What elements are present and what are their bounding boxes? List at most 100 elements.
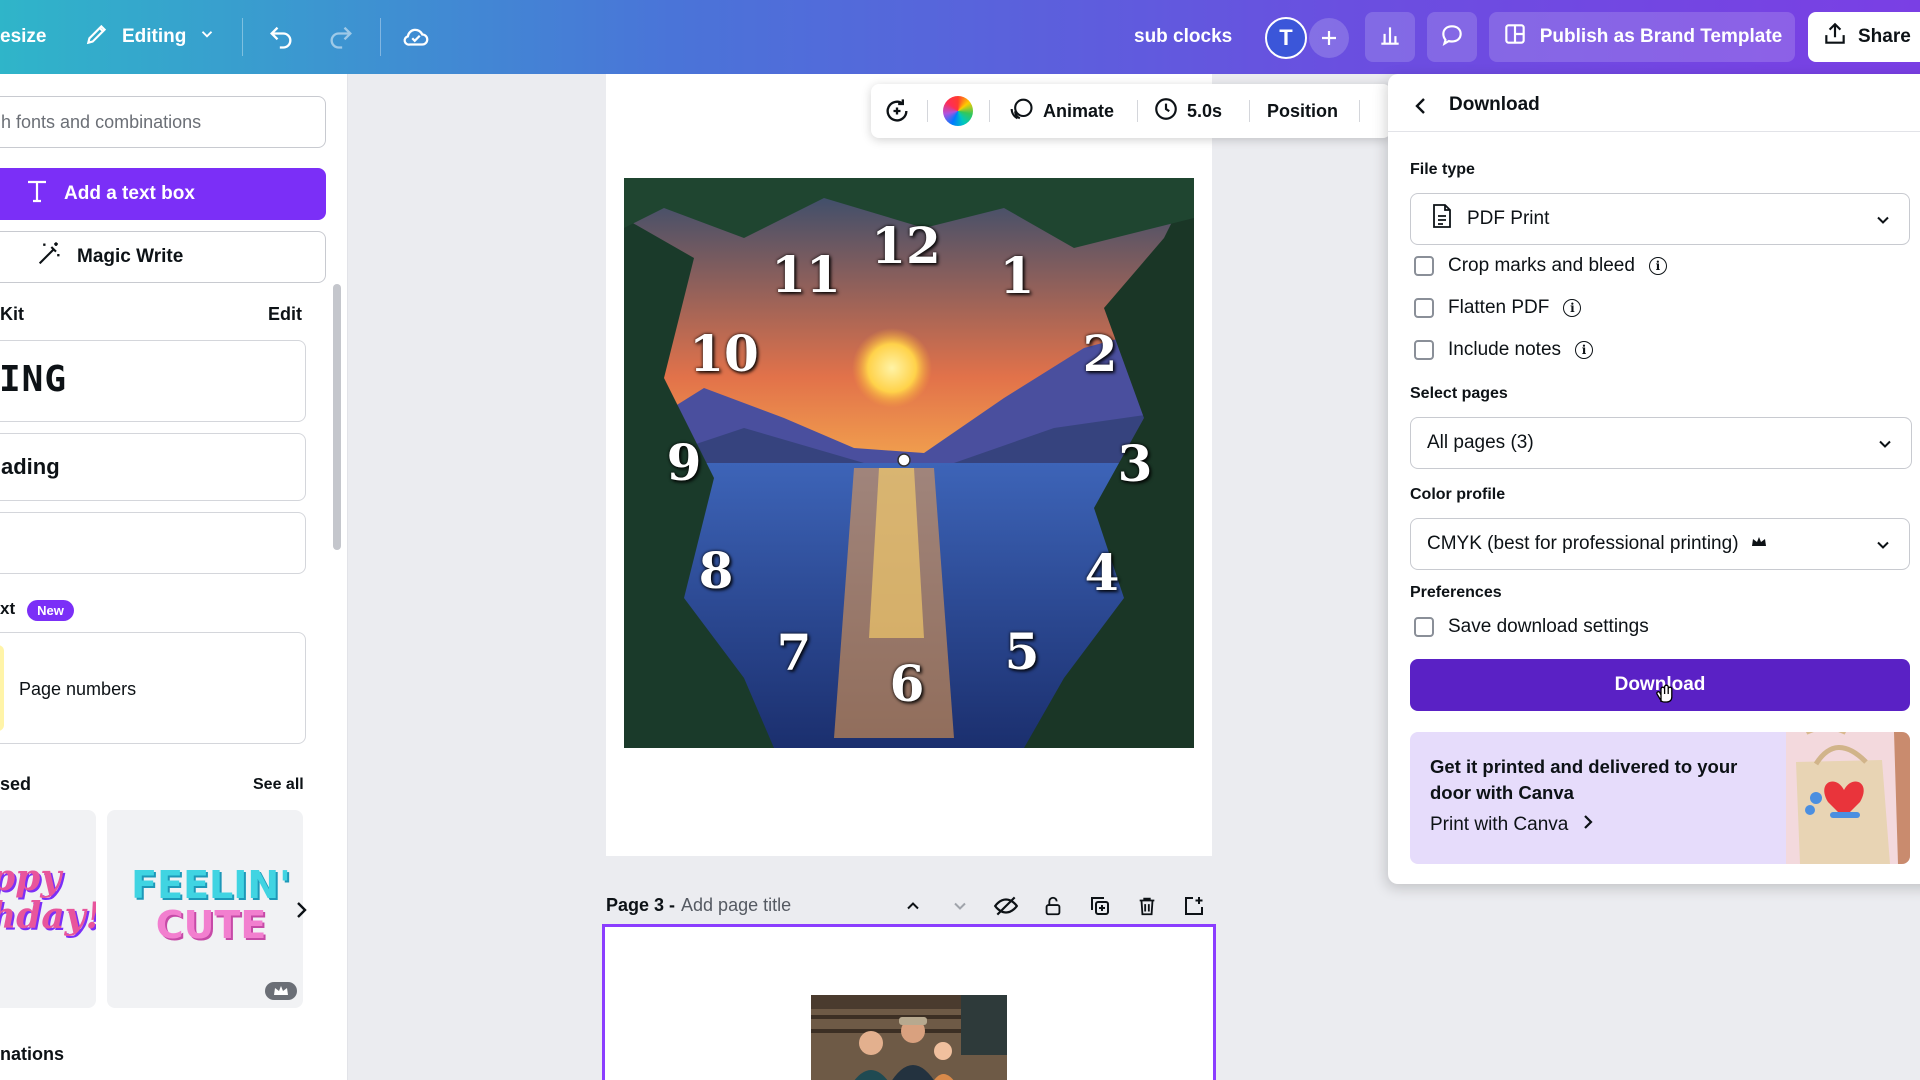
magic-wand-icon: [35, 240, 63, 274]
lock-icon[interactable]: [1039, 892, 1067, 920]
chevron-down-icon[interactable]: [946, 892, 974, 920]
flatten-pdf-checkbox[interactable]: [1414, 298, 1434, 318]
toolbar-divider: [1359, 100, 1360, 122]
scrollbar-thumb[interactable]: [333, 284, 341, 550]
see-all-link[interactable]: See all: [253, 776, 304, 794]
editing-label: Editing: [122, 26, 187, 47]
comment-icon: [1439, 22, 1465, 53]
back-chevron-icon[interactable]: [1407, 92, 1435, 120]
element-context-toolbar: Animate 5.0s Position: [871, 84, 1391, 138]
toolbar-divider: [927, 100, 928, 122]
info-icon[interactable]: i: [1648, 257, 1667, 275]
publish-brand-template-button[interactable]: Publish as Brand Template: [1489, 12, 1795, 62]
page-3-header: Page 3 - Add page title: [606, 892, 791, 918]
print-with-canva-link[interactable]: Print with Canva: [1430, 814, 1594, 836]
pencil-icon: [84, 21, 110, 53]
template-icon: [1502, 21, 1528, 53]
comments-button[interactable]: [1427, 12, 1477, 62]
clock-number-12: 12: [871, 216, 941, 275]
undo-icon[interactable]: [262, 18, 300, 56]
chevron-right-icon[interactable]: [290, 896, 312, 924]
add-text-box-button[interactable]: Add a text box: [0, 168, 326, 220]
brand-heading-style[interactable]: ING: [0, 340, 306, 422]
chevron-right-icon: [1582, 814, 1594, 836]
chevron-up-icon[interactable]: [899, 892, 927, 920]
clock-number-3: 3: [1117, 434, 1153, 493]
scrollbar-track: [328, 74, 348, 1080]
new-badge: New: [27, 600, 74, 621]
redo-icon[interactable]: [322, 18, 360, 56]
magic-write-button[interactable]: Magic Write: [0, 231, 326, 283]
toolbar-divider: [989, 100, 990, 122]
crown-icon: [265, 982, 297, 1000]
page-title-input[interactable]: Add page title: [681, 895, 791, 916]
chevron-down-icon: [1873, 210, 1893, 236]
text-combination-thumbnail[interactable]: ppy hday!: [0, 810, 96, 1008]
happy-birthday-text: ppy hday!: [0, 857, 96, 937]
family-photo[interactable]: [811, 995, 1007, 1080]
download-panel-title: Download: [1449, 94, 1540, 115]
page-numbers-label: Page numbers: [19, 679, 137, 699]
avatar[interactable]: T: [1265, 17, 1307, 59]
combinations-label: nations: [0, 1044, 65, 1064]
include-notes-option[interactable]: Include notes i: [1414, 338, 1594, 362]
duplicate-page-icon[interactable]: [1086, 892, 1114, 920]
trash-icon[interactable]: [1133, 892, 1161, 920]
color-wheel-icon[interactable]: [943, 84, 973, 138]
top-bar: esize Editing sub clocks T Publish as Br…: [0, 0, 1920, 74]
toolbar-divider: [1137, 100, 1138, 122]
cloud-saved-icon[interactable]: [397, 18, 435, 56]
dynamic-text-label: xt: [0, 599, 16, 618]
info-icon[interactable]: i: [1575, 341, 1594, 359]
select-pages-dropdown[interactable]: All pages (3): [1410, 417, 1912, 469]
select-pages-label: Select pages: [1410, 385, 1508, 402]
hide-page-icon[interactable]: [992, 892, 1020, 920]
clock-number-9: 9: [666, 433, 702, 492]
clock-number-11: 11: [771, 245, 841, 304]
toolbar-divider: [380, 18, 381, 56]
add-collaborator-icon[interactable]: [1309, 18, 1349, 58]
print-with-canva-promo[interactable]: Get it printed and delivered to your doo…: [1410, 732, 1910, 864]
font-search-input[interactable]: h fonts and combinations: [0, 96, 326, 148]
hand-cursor-icon: [1655, 680, 1675, 704]
recently-used-label: sed: [0, 774, 32, 794]
include-notes-checkbox[interactable]: [1414, 340, 1434, 360]
animate-button[interactable]: Animate: [1007, 84, 1114, 138]
resize-button[interactable]: esize: [0, 0, 46, 74]
flatten-pdf-option[interactable]: Flatten PDF i: [1414, 296, 1582, 320]
clock-number-2: 2: [1082, 324, 1118, 383]
save-settings-checkbox[interactable]: [1414, 617, 1434, 637]
page-numbers-card[interactable]: Page numbers: [0, 632, 306, 744]
family-photo-image: [811, 995, 1007, 1080]
clock-number-1: 1: [999, 246, 1035, 305]
share-button[interactable]: Share: [1808, 12, 1920, 62]
brand-kit-edit-link[interactable]: Edit: [268, 304, 302, 325]
subheading-sample: ading: [1, 454, 60, 479]
crown-icon: [1751, 533, 1767, 555]
duration-button[interactable]: 5.0s: [1153, 84, 1222, 138]
replace-icon[interactable]: [883, 84, 911, 138]
clock-number-6: 6: [889, 654, 925, 713]
insights-button[interactable]: [1365, 12, 1415, 62]
position-button[interactable]: Position: [1267, 84, 1338, 138]
tote-bag-illustration: [1786, 732, 1910, 864]
info-icon[interactable]: i: [1563, 299, 1582, 317]
bar-chart-icon: [1377, 22, 1403, 53]
add-page-icon[interactable]: [1180, 892, 1208, 920]
editing-mode-button[interactable]: Editing: [84, 0, 216, 74]
chevron-down-icon: [1873, 535, 1893, 561]
crop-marks-option[interactable]: Crop marks and bleed i: [1414, 254, 1667, 278]
crop-marks-checkbox[interactable]: [1414, 256, 1434, 276]
clock-number-8: 8: [698, 541, 734, 600]
file-type-select[interactable]: PDF Print: [1410, 193, 1910, 245]
clock-number-5: 5: [1004, 622, 1040, 681]
brand-subheading-style[interactable]: ading: [0, 433, 306, 501]
save-download-settings-option[interactable]: Save download settings: [1414, 615, 1649, 639]
chevron-down-icon: [1875, 434, 1895, 460]
text-t-icon: [26, 179, 48, 209]
text-combination-thumbnail[interactable]: FEELIN' CUTE: [107, 810, 303, 1008]
document-title[interactable]: sub clocks: [1134, 0, 1232, 74]
page-numbers-thumbnail: [0, 645, 4, 731]
brand-body-style[interactable]: [0, 512, 306, 574]
color-profile-dropdown[interactable]: CMYK (best for professional printing): [1410, 518, 1910, 570]
